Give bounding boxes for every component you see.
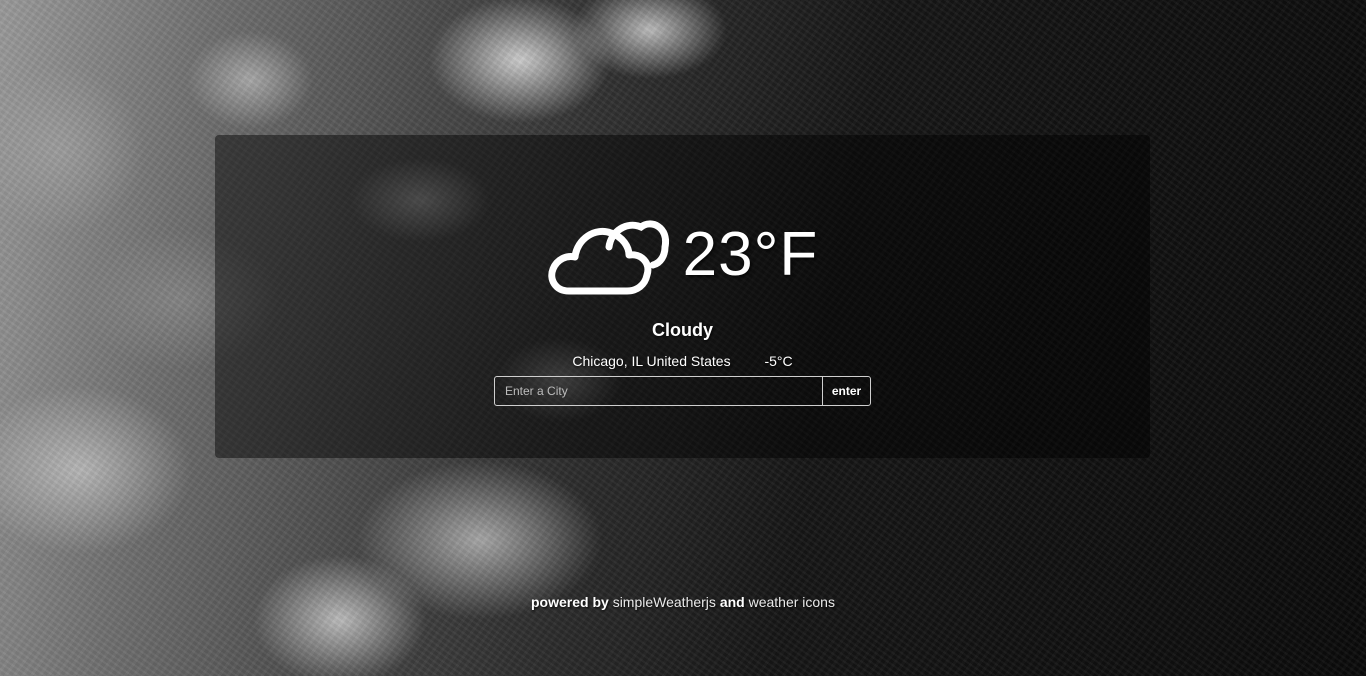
location-row: Chicago, IL United States -5°C (215, 353, 1150, 369)
cloudy-icon (548, 220, 669, 295)
enter-button[interactable]: enter (822, 377, 870, 405)
weather-icons-link[interactable]: weather icons (749, 594, 835, 610)
weather-condition: Cloudy (652, 320, 713, 340)
and-text: and (719, 594, 745, 610)
temperature: 23°F (682, 220, 819, 289)
footer-credits: powered by simpleWeatherjs and weather i… (0, 594, 1366, 610)
powered-by-text: powered by (531, 594, 609, 610)
simpleweatherjs-link[interactable]: simpleWeatherjs (613, 594, 716, 610)
weather-header: 23°F (215, 213, 1150, 297)
location-text: Chicago, IL United States (572, 353, 731, 369)
weather-panel: 23°F Cloudy Chicago, IL United States -5… (215, 135, 1150, 458)
city-search-form: enter (494, 376, 871, 406)
alt-temperature: -5°C (764, 353, 793, 369)
city-input[interactable] (495, 377, 822, 405)
